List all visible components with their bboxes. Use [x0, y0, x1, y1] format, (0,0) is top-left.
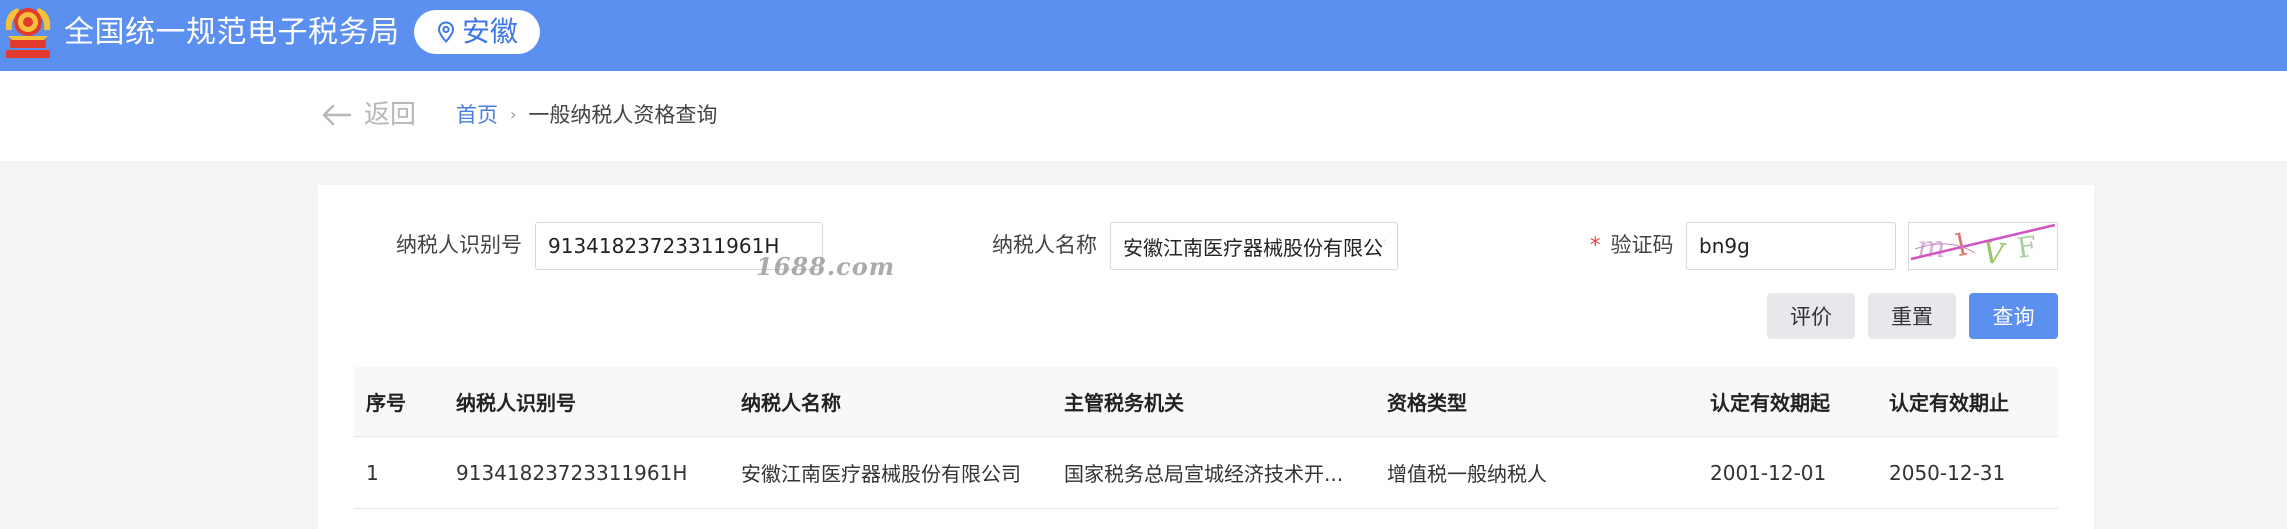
- rate-button[interactable]: 评价: [1767, 293, 1855, 339]
- watermark-text: 1688.com: [756, 252, 896, 281]
- top-header-bar: 全国统一规范电子税务局 安徽: [0, 0, 2287, 71]
- breadcrumb-current: 一般纳税人资格查询: [528, 103, 718, 127]
- navigation-bar: 返回 首页 › 一般纳税人资格查询: [0, 71, 2287, 161]
- captcha-label-wrap: * 验证码: [1590, 231, 1674, 259]
- captcha-label: 验证码: [1610, 233, 1674, 257]
- tax-emblem-logo[interactable]: [0, 0, 56, 62]
- column-header: 序号: [366, 391, 406, 415]
- arrow-left-icon: [322, 104, 352, 126]
- back-button[interactable]: 返回: [320, 95, 416, 135]
- column-header: 纳税人名称: [741, 391, 841, 415]
- back-label: 返回: [364, 100, 417, 130]
- taxpayer-id-label: 纳税人识别号: [396, 233, 522, 257]
- cell-taxpayer-id: 91341823723311961H: [456, 460, 688, 485]
- taxpayer-name-label: 纳税人名称: [992, 233, 1097, 257]
- captcha-image[interactable]: m l V F: [1908, 222, 2058, 273]
- location-pin-icon: [437, 21, 454, 43]
- cell-tax-authority: 国家税务总局宣城经济技术开...: [1064, 462, 1344, 486]
- results-table: 序号 纳税人识别号 纳税人名称 主管税务机关 资格类型 认定有效期起 认定有效期…: [354, 367, 2058, 509]
- cell-taxpayer-name: 安徽江南医疗器械股份有限公司: [741, 462, 1021, 486]
- table-row[interactable]: 1 91341823723311961H 安徽江南医疗器械股份有限公司 国家税务…: [354, 437, 2058, 509]
- cell-index: 1: [366, 460, 379, 485]
- breadcrumb-home-link[interactable]: 首页: [456, 101, 498, 129]
- column-header: 纳税人识别号: [456, 391, 576, 415]
- column-header: 认定有效期止: [1889, 391, 2009, 415]
- breadcrumb: 首页 › 一般纳税人资格查询: [456, 101, 717, 129]
- region-label: 安徽: [461, 15, 518, 48]
- taxpayer-name-input[interactable]: [1110, 222, 1398, 270]
- column-header: 认定有效期起: [1710, 391, 1830, 415]
- cell-valid-from: 2001-12-01: [1710, 460, 1827, 485]
- reset-button[interactable]: 重置: [1868, 293, 1956, 339]
- captcha-input[interactable]: [1686, 222, 1896, 270]
- query-button[interactable]: 查询: [1969, 293, 2058, 339]
- cell-valid-to: 2050-12-31: [1889, 460, 2006, 485]
- table-header-row: 序号 纳税人识别号 纳税人名称 主管税务机关 资格类型 认定有效期起 认定有效期…: [354, 367, 2058, 437]
- breadcrumb-separator: ›: [510, 105, 517, 124]
- region-selector[interactable]: 安徽: [414, 10, 540, 54]
- site-title: 全国统一规范电子税务局: [64, 15, 400, 50]
- required-mark: *: [1590, 233, 1601, 257]
- query-card: 纳税人识别号 纳税人名称 * 验证码 m l V F 评价 重置 查询 序号 纳税…: [318, 185, 2094, 529]
- column-header: 主管税务机关: [1064, 391, 1184, 415]
- cell-qualification-type: 增值税一般纳税人: [1387, 462, 1547, 486]
- column-header: 资格类型: [1387, 391, 1467, 415]
